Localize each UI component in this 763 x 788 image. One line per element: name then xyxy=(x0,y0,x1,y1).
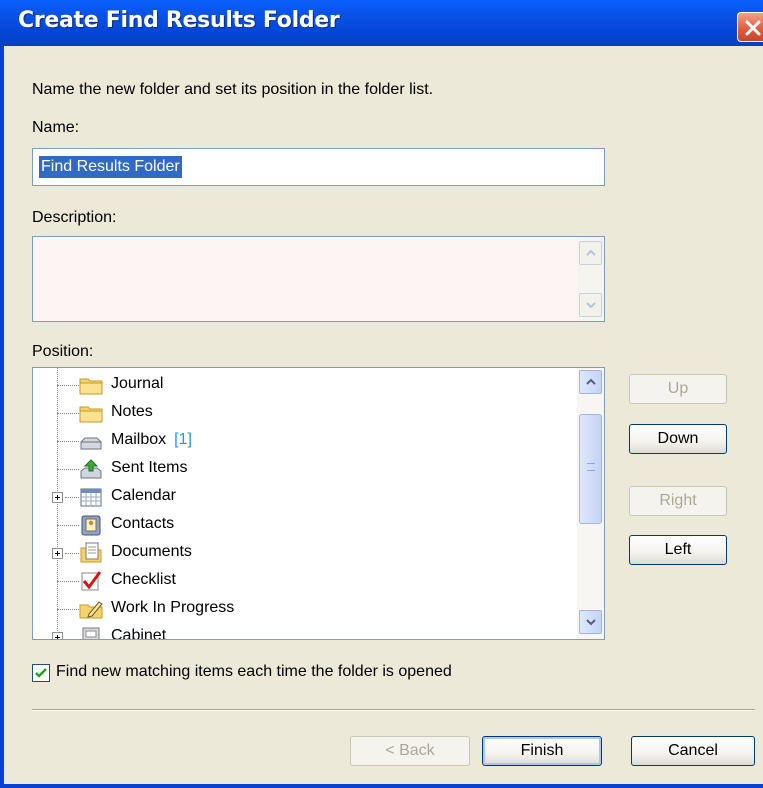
cancel-button[interactable]: Cancel xyxy=(631,736,755,766)
tree-branch-line xyxy=(65,553,79,554)
cabinet-icon xyxy=(79,626,103,639)
tree-item-text: Mailbox [1] xyxy=(111,431,192,449)
expand-toggle[interactable] xyxy=(52,492,63,503)
tree-scrollbar[interactable] xyxy=(577,368,604,639)
checkmark-icon xyxy=(35,668,47,678)
tree-branch-line xyxy=(57,469,79,470)
tree-item-label: Mailbox xyxy=(111,431,167,448)
tree-branch-line xyxy=(57,609,79,610)
tree-branch-line xyxy=(57,441,79,442)
tree-branch-line xyxy=(57,525,79,526)
tree-scroll-up-button[interactable] xyxy=(579,370,602,394)
dialog-window: Create Find Results Folder Name the new … xyxy=(0,0,763,788)
documents-icon xyxy=(79,542,103,564)
description-scroll-down-button[interactable] xyxy=(579,293,602,317)
tree-branch-line xyxy=(57,413,79,414)
tree-item-label: Documents xyxy=(111,543,192,560)
tree-item-label: Checklist xyxy=(111,571,176,588)
right-button[interactable]: Right xyxy=(629,486,727,516)
name-label: Name: xyxy=(32,119,80,136)
close-icon xyxy=(745,20,761,36)
folder-icon xyxy=(79,374,103,396)
description-label: Description: xyxy=(32,209,117,226)
tree-scroll-down-button[interactable] xyxy=(579,610,602,634)
description-scroll-up-button[interactable] xyxy=(579,241,602,265)
left-button[interactable]: Left xyxy=(629,535,727,565)
folder-icon xyxy=(79,402,103,424)
mailbox-icon xyxy=(79,430,103,452)
tree-branch-line xyxy=(57,581,79,582)
expand-toggle[interactable] xyxy=(52,632,63,639)
unread-count-badge: [1] xyxy=(174,431,192,448)
close-button[interactable] xyxy=(737,12,763,42)
tree-item-label: Cabinet xyxy=(111,627,167,640)
tree-branch-line xyxy=(65,497,79,498)
tree-item-label: Contacts xyxy=(111,515,175,532)
contacts-icon xyxy=(79,514,103,536)
description-scrollbar[interactable] xyxy=(577,237,604,321)
separator xyxy=(32,709,755,711)
tree-branch-line xyxy=(57,385,79,386)
calendar-icon xyxy=(79,486,103,508)
name-input-value: Find Results Folder xyxy=(39,156,182,178)
up-button[interactable]: Up xyxy=(629,374,727,404)
chevron-up-icon xyxy=(586,249,596,256)
expand-toggle[interactable] xyxy=(52,548,63,559)
chevron-down-icon xyxy=(586,619,596,626)
position-label: Position: xyxy=(32,343,94,360)
back-button[interactable]: < Back xyxy=(350,736,470,766)
find-new-items-checkbox[interactable] xyxy=(32,664,50,682)
down-button[interactable]: Down xyxy=(629,424,727,454)
chevron-down-icon xyxy=(586,302,596,309)
sent-items-icon xyxy=(79,458,103,480)
grip-icon xyxy=(587,463,595,471)
tree-guide-line xyxy=(57,368,58,639)
instruction-text: Name the new folder and set its position… xyxy=(32,81,434,98)
position-tree[interactable]: Journal Notes Mailbox [1] Sent Items Cal… xyxy=(32,367,605,640)
checklist-icon xyxy=(79,570,103,592)
tree-item-label: Journal xyxy=(111,375,164,392)
title-bar[interactable]: Create Find Results Folder xyxy=(0,0,763,46)
dialog-title: Create Find Results Folder xyxy=(18,8,340,33)
find-new-items-label: Find new matching items each time the fo… xyxy=(56,663,452,680)
name-input[interactable]: Find Results Folder xyxy=(32,148,605,186)
tree-item-label: Notes xyxy=(111,403,153,420)
chevron-up-icon xyxy=(586,378,596,385)
tree-scroll-thumb[interactable] xyxy=(579,414,602,524)
finish-button[interactable]: Finish xyxy=(482,736,602,766)
tree-item-label: Calendar xyxy=(111,487,176,504)
tree-item-label: Work In Progress xyxy=(111,599,235,616)
work-in-progress-icon xyxy=(79,598,103,620)
description-input[interactable] xyxy=(32,236,605,322)
tree-item-label: Sent Items xyxy=(111,459,188,476)
